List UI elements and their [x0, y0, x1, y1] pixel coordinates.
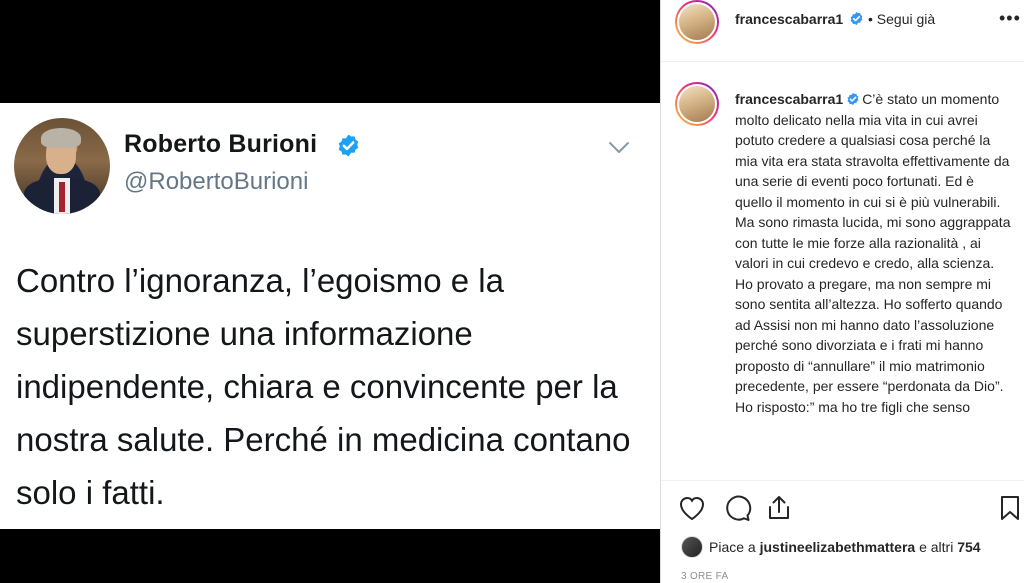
- tweet-author-handle[interactable]: @RobertoBurioni: [124, 168, 308, 196]
- tweet-author-name[interactable]: Roberto Burioni: [124, 130, 317, 159]
- instagram-actions-bar: Piace a justineelizabethmattera e altri …: [661, 480, 1024, 583]
- tweet-author-avatar[interactable]: [14, 118, 110, 214]
- likes-avatar[interactable]: [681, 536, 703, 558]
- more-options-icon[interactable]: •••: [999, 8, 1021, 29]
- caption-text: C’è stato un momento molto delicato nell…: [735, 91, 1011, 415]
- heart-icon[interactable]: [677, 493, 707, 523]
- instagram-post-header: francescabarra1 • Segui già •••: [661, 0, 1024, 62]
- instagram-caption-avatar[interactable]: [675, 82, 719, 126]
- instagram-caption-area: francescabarra1 C’è stato un momento mol…: [661, 62, 1024, 480]
- likes-summary[interactable]: Piace a justineelizabethmattera e altri …: [709, 539, 981, 555]
- comment-icon[interactable]: [722, 493, 752, 523]
- verified-badge-icon: [847, 92, 859, 106]
- post-timestamp: 3 ORE FA: [681, 571, 729, 582]
- share-icon[interactable]: [764, 493, 794, 523]
- bookmark-icon[interactable]: [995, 493, 1024, 523]
- caption-username[interactable]: francescabarra1: [735, 91, 843, 107]
- likes-user[interactable]: justineelizabethmattera: [760, 539, 916, 555]
- follow-status[interactable]: • Segui già: [868, 11, 935, 27]
- chevron-down-icon[interactable]: [608, 140, 630, 156]
- instagram-caption: francescabarra1 C’è stato un momento mol…: [735, 89, 1011, 417]
- tweet-text: Contro l’ignoranza, l’egoismo e la super…: [16, 262, 631, 511]
- instagram-panel: francescabarra1 • Segui già ••• francesc…: [660, 0, 1024, 583]
- instagram-header-username[interactable]: francescabarra1: [735, 11, 843, 27]
- likes-count[interactable]: 754: [957, 539, 980, 555]
- verified-badge-icon: [338, 134, 359, 157]
- verified-badge-icon: [850, 11, 863, 26]
- instagram-header-avatar[interactable]: [675, 0, 719, 44]
- tweet-panel: Roberto Burioni @RobertoBurioni Contro l…: [0, 0, 660, 583]
